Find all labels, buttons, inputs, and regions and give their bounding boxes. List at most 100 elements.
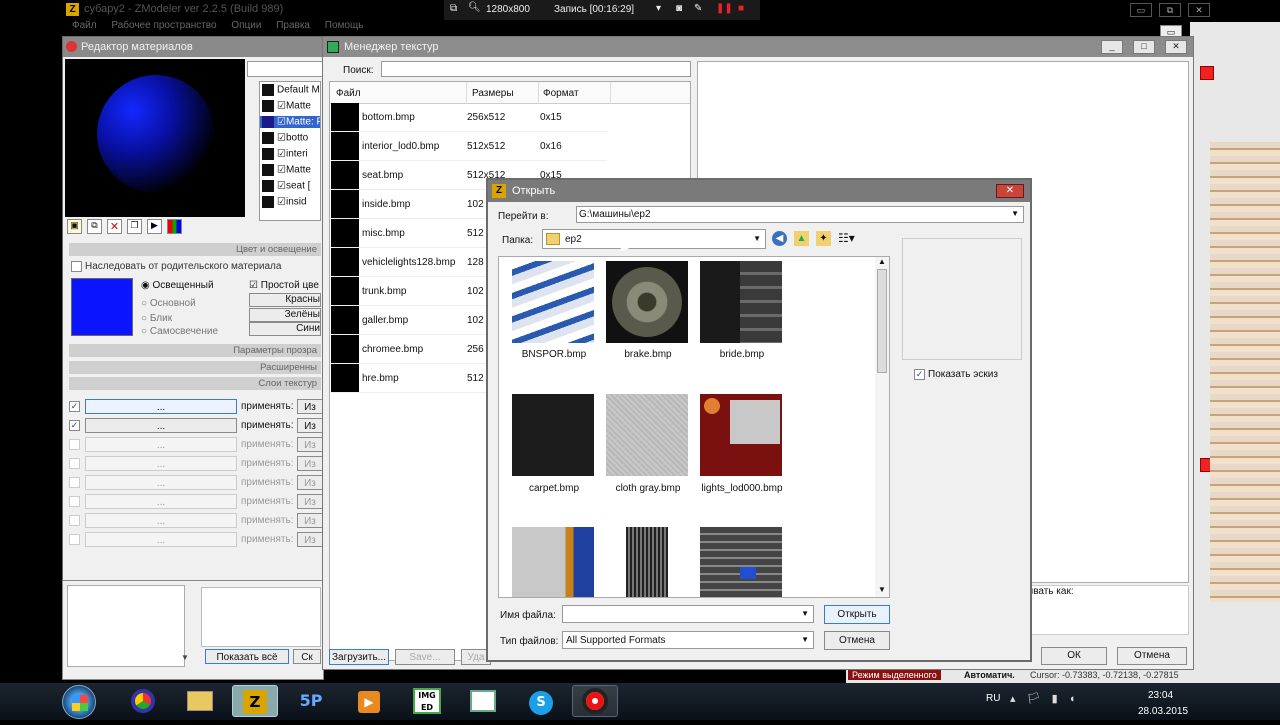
red-button[interactable]: Красны [249, 293, 321, 307]
layer-mode-button[interactable]: Из [297, 494, 323, 509]
layer-mode-button[interactable]: Из [297, 456, 323, 471]
material-list[interactable]: Default M ☑Matte ☑Matte: F ☑botto ☑inter… [259, 81, 321, 221]
material-item[interactable]: ☑interi [262, 148, 308, 160]
view-menu-icon[interactable]: ☷▾ [838, 231, 855, 245]
copy-material-icon[interactable]: ⧉ [87, 219, 102, 234]
show-all-button[interactable]: Показать всё [205, 649, 289, 664]
material-item[interactable]: ☑botto [262, 132, 308, 144]
chevron-down-icon[interactable]: ▼ [1011, 209, 1019, 218]
layer-checkbox[interactable] [69, 496, 80, 507]
menu-edit[interactable]: Правка [276, 20, 310, 31]
inherit-checkbox[interactable] [71, 261, 82, 272]
texture-row[interactable]: interior_lod0.bmp 512x512 0x16 [331, 132, 607, 161]
section-extended[interactable]: Расширенны [69, 361, 321, 374]
layer-checkbox[interactable] [69, 515, 80, 526]
camera-icon[interactable]: ◙ [676, 3, 682, 14]
layer-texture-button[interactable]: ... [85, 437, 237, 452]
pause-icon[interactable]: ❚❚ [716, 3, 733, 14]
show-preview-checkbox[interactable]: ✓ [914, 369, 925, 380]
material-item[interactable]: ☑seat [ [262, 180, 310, 192]
menu-file[interactable]: Файл [72, 20, 97, 31]
keyboard-lang[interactable]: RU [986, 693, 1000, 704]
base-radio[interactable]: ○ Основной [141, 298, 196, 309]
menu-workspace[interactable]: Рабочее пространство [111, 20, 216, 31]
lit-radio[interactable]: ◉ Освещенный [141, 280, 214, 291]
delete-material-icon[interactable]: ✕ [107, 219, 122, 234]
clock-date[interactable]: 28.03.2015 [1138, 706, 1188, 717]
filename-input[interactable]: ▼ [562, 605, 814, 623]
chevron-down-icon[interactable]: ▼ [753, 234, 761, 243]
duplicate-icon[interactable]: ❐ [127, 219, 142, 234]
scroll-down-icon[interactable]: ▼ [181, 653, 189, 662]
file-name[interactable]: bride.bmp [687, 349, 797, 360]
new-material-icon[interactable]: ▣ [67, 219, 82, 234]
app-5p-icon[interactable]: 5P [288, 685, 334, 717]
layer-texture-button[interactable]: ... [85, 532, 237, 547]
scroll-thumb[interactable] [877, 269, 887, 373]
folder-combo[interactable]: ep2 ▼ [542, 229, 766, 249]
thumb-bride[interactable] [700, 261, 782, 343]
layer-checkbox[interactable] [69, 477, 80, 488]
chrome-icon[interactable] [120, 685, 166, 717]
dropdown-icon[interactable]: ▾ [656, 3, 661, 14]
layer-texture-button[interactable]: ... [85, 513, 237, 528]
section-layers[interactable]: Слои текстур [69, 377, 321, 390]
tray-icons[interactable]: ▴ 🏳︎ ▮ ◖ [1010, 692, 1079, 705]
thumb-cloth-gray[interactable] [606, 394, 688, 476]
material-item[interactable]: ☑Matte [262, 164, 311, 176]
layer-mode-button[interactable]: Из [297, 418, 323, 433]
stop-icon[interactable]: ■ [738, 3, 744, 14]
material-item[interactable]: ☑Matte [262, 100, 311, 112]
blue-button[interactable]: Сини [249, 322, 321, 336]
thumb-bnspor[interactable] [512, 261, 594, 343]
fullscreen-icon[interactable]: ⧉ [450, 3, 457, 14]
explorer-icon[interactable] [177, 685, 223, 717]
search-input[interactable] [381, 61, 691, 77]
layer-texture-button[interactable]: ... [85, 456, 237, 471]
tm-max-button[interactable]: □ [1133, 40, 1155, 54]
thumb-partial-1[interactable] [512, 527, 594, 597]
menu-help[interactable]: Помощь [325, 20, 364, 31]
menu-options[interactable]: Опции [231, 20, 261, 31]
simple-color-checkbox[interactable]: ☑ Простой цве [249, 280, 319, 291]
layer-texture-button[interactable]: ... [85, 399, 237, 414]
chevron-down-icon[interactable]: ▼ [801, 635, 809, 644]
imged-icon[interactable]: IMG ED [404, 685, 450, 717]
files-scrollbar[interactable]: ▲ ▼ [875, 257, 889, 597]
glow-radio[interactable]: ○ Самосвечение [141, 326, 218, 337]
goto-combo[interactable]: G:\машины\ep2 ▼ [576, 206, 1024, 223]
layer-mode-button[interactable]: Из [297, 475, 323, 490]
cancel-button[interactable]: Отмена [824, 631, 890, 650]
side-tool-icon-1[interactable] [1200, 66, 1214, 80]
new-folder-icon[interactable]: ✦ [816, 231, 831, 246]
layer-checkbox[interactable] [69, 439, 80, 450]
green-button[interactable]: Зелёны [249, 308, 321, 322]
play-icon[interactable]: ▶ [147, 219, 162, 234]
pen-icon[interactable]: ✎ [694, 3, 702, 14]
open-dialog-close-button[interactable]: ✕ [996, 184, 1024, 198]
layer-mode-button[interactable]: Из [297, 513, 323, 528]
media-player-icon[interactable]: ▶ [346, 685, 392, 717]
layer-mode-button[interactable]: Из [297, 399, 323, 414]
filetype-select[interactable]: All Supported Formats ▼ [562, 631, 814, 649]
glare-radio[interactable]: ○ Блик [141, 313, 172, 324]
zoom-icon[interactable]: 🔍︎ [468, 2, 481, 13]
tm-cancel-button[interactable]: Отмена [1117, 647, 1187, 665]
layer-texture-button[interactable]: ... [85, 418, 237, 433]
load-button[interactable]: Загрузить... [329, 649, 389, 665]
save-button[interactable]: Save... [395, 649, 455, 665]
show-short-button[interactable]: Ск [293, 649, 321, 664]
color-swatch[interactable] [71, 278, 133, 336]
skype-icon[interactable]: S [518, 685, 564, 717]
layer-checkbox[interactable]: ✓ [69, 401, 80, 412]
thumb-partial-3[interactable] [700, 527, 782, 597]
texture-row[interactable]: bottom.bmp 256x512 0x15 [331, 103, 607, 132]
material-item-selected[interactable]: ☑Matte: F [260, 116, 320, 128]
thumb-partial-2[interactable] [626, 527, 668, 597]
layer-mode-button[interactable]: Из [297, 437, 323, 452]
window-icon[interactable] [460, 685, 506, 717]
layer-checkbox[interactable]: ✓ [69, 420, 80, 431]
col-size[interactable]: Размеры [472, 88, 514, 99]
layer-mode-button[interactable]: Из [297, 532, 323, 547]
layer-texture-button[interactable]: ... [85, 475, 237, 490]
